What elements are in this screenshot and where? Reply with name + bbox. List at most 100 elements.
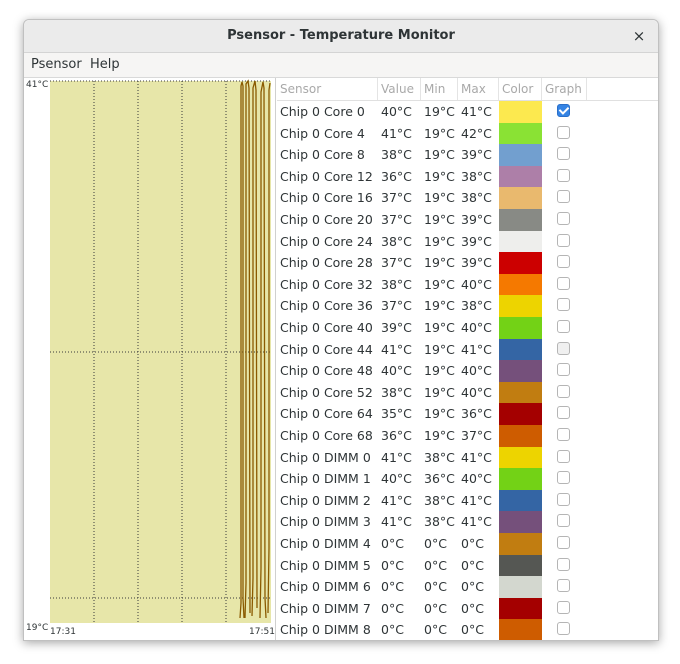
sensor-color-swatch[interactable] xyxy=(499,209,542,231)
graph-checkbox[interactable] xyxy=(557,557,570,571)
sensor-color-swatch[interactable] xyxy=(499,446,542,469)
table-row[interactable]: Chip 0 Core 64 35°C 19°C 36°C xyxy=(277,403,658,425)
table-row[interactable]: Chip 0 DIMM 0 41°C 38°C 41°C xyxy=(277,446,658,469)
graph-checkbox[interactable] xyxy=(557,341,570,355)
header-color[interactable]: Color xyxy=(499,78,542,100)
table-row[interactable]: Chip 0 Core 68 36°C 19°C 37°C xyxy=(277,425,658,447)
sensor-min: 0°C xyxy=(424,579,447,595)
graph-checkbox[interactable] xyxy=(557,536,570,549)
sensor-color-swatch[interactable] xyxy=(499,295,542,317)
sensor-color-swatch[interactable] xyxy=(499,403,542,425)
header-min[interactable]: Min xyxy=(421,78,458,100)
table-row[interactable]: Chip 0 Core 20 37°C 19°C 39°C xyxy=(277,209,658,231)
table-row[interactable]: Chip 0 Core 36 37°C 19°C 38°C xyxy=(277,295,658,317)
sensor-max: 0°C xyxy=(461,557,484,573)
table-row[interactable]: Chip 0 DIMM 3 41°C 38°C 41°C xyxy=(277,511,658,533)
table-row[interactable]: Chip 0 DIMM 7 0°C 0°C 0°C xyxy=(277,597,658,620)
sensor-color-swatch[interactable] xyxy=(499,165,542,188)
table-row[interactable]: Chip 0 DIMM 6 0°C 0°C 0°C xyxy=(277,576,658,598)
graph-checkbox[interactable] xyxy=(557,514,570,528)
graph-checkbox[interactable] xyxy=(557,449,570,463)
sensor-color-swatch[interactable] xyxy=(499,576,542,598)
sensor-max: 36°C xyxy=(461,406,492,422)
graph-checkbox[interactable] xyxy=(557,384,570,398)
sensor-color-swatch[interactable] xyxy=(499,252,542,274)
graph-checkbox[interactable] xyxy=(557,471,570,485)
graph-checkbox[interactable] xyxy=(557,298,570,312)
table-row[interactable]: Chip 0 Core 52 38°C 19°C 40°C xyxy=(277,381,658,404)
table-row[interactable]: Chip 0 DIMM 1 40°C 36°C 40°C xyxy=(277,468,658,490)
graph-checkbox[interactable] xyxy=(557,579,570,593)
table-row[interactable]: Chip 0 Core 12 36°C 19°C 38°C xyxy=(277,165,658,188)
sensor-color-swatch[interactable] xyxy=(499,468,542,490)
graph-checkbox[interactable] xyxy=(557,190,570,204)
sensor-color-swatch[interactable] xyxy=(499,230,542,253)
header-max[interactable]: Max xyxy=(458,78,499,100)
sensor-color-swatch[interactable] xyxy=(499,489,542,512)
sensor-color-swatch[interactable] xyxy=(499,381,542,404)
graph-checkbox[interactable] xyxy=(557,125,570,139)
graph-checkbox[interactable] xyxy=(557,147,570,161)
table-row[interactable]: Chip 0 Core 44 41°C 19°C 41°C xyxy=(277,338,658,361)
sensor-color-swatch[interactable] xyxy=(499,317,542,339)
table-row[interactable]: Chip 0 DIMM 2 41°C 38°C 41°C xyxy=(277,489,658,512)
graph-checkbox[interactable] xyxy=(557,622,570,636)
sensor-color-swatch[interactable] xyxy=(499,554,542,577)
graph-checkbox[interactable] xyxy=(557,212,570,225)
sensor-name: Chip 0 Core 12 xyxy=(280,168,373,184)
table-row[interactable]: Chip 0 Core 40 39°C 19°C 40°C xyxy=(277,317,658,339)
graph-checkbox[interactable] xyxy=(557,363,570,377)
table-row[interactable]: Chip 0 Core 32 38°C 19°C 40°C xyxy=(277,273,658,296)
sensor-color-swatch[interactable] xyxy=(499,122,542,145)
menu-help[interactable]: Help xyxy=(90,53,120,77)
table-row[interactable]: Chip 0 Core 48 40°C 19°C 40°C xyxy=(277,360,658,382)
sensor-value: 41°C xyxy=(381,492,412,508)
graph-checkbox[interactable] xyxy=(557,168,570,182)
table-row[interactable]: Chip 0 DIMM 5 0°C 0°C 0°C xyxy=(277,554,658,577)
header-graph[interactable]: Graph xyxy=(542,78,587,100)
table-row[interactable]: Chip 0 Core 8 38°C 19°C 39°C xyxy=(277,144,658,166)
sensor-color-swatch[interactable] xyxy=(499,144,542,166)
table-row[interactable]: Chip 0 Core 24 38°C 19°C 39°C xyxy=(277,230,658,253)
sensor-table: Sensor Value Min Max Color Graph Chip 0 … xyxy=(277,78,658,640)
header-sensor[interactable]: Sensor xyxy=(277,78,378,100)
graph-checkbox[interactable] xyxy=(557,492,570,506)
graph-checkbox[interactable] xyxy=(557,255,570,269)
header-value[interactable]: Value xyxy=(378,78,421,100)
close-icon[interactable]: × xyxy=(628,25,650,47)
graph-checkbox[interactable] xyxy=(557,233,570,247)
graph-checkbox[interactable] xyxy=(557,600,570,614)
sensor-color-swatch[interactable] xyxy=(499,619,542,640)
sensor-color-swatch[interactable] xyxy=(499,511,542,533)
table-row[interactable]: Chip 0 Core 0 40°C 19°C 41°C xyxy=(277,101,658,123)
menu-psensor[interactable]: Psensor xyxy=(31,53,82,77)
sensor-color-swatch[interactable] xyxy=(499,187,542,209)
sensor-max: 0°C xyxy=(461,579,484,595)
sensor-value: 0°C xyxy=(381,536,404,551)
sensor-name: Chip 0 Core 0 xyxy=(280,104,365,119)
sensor-value: 37°C xyxy=(381,298,412,314)
table-row[interactable]: Chip 0 Core 28 37°C 19°C 39°C xyxy=(277,252,658,274)
table-row[interactable]: Chip 0 DIMM 8 0°C 0°C 0°C xyxy=(277,619,658,640)
sensor-color-swatch[interactable] xyxy=(499,597,542,620)
sensor-color-swatch[interactable] xyxy=(499,101,542,123)
graph-checkbox[interactable] xyxy=(557,406,570,420)
sensor-color-swatch[interactable] xyxy=(499,533,542,555)
pane-divider[interactable] xyxy=(275,78,276,640)
sensor-max: 41°C xyxy=(461,492,492,508)
graph-checkbox[interactable] xyxy=(557,320,570,333)
table-row[interactable]: Chip 0 DIMM 4 0°C 0°C 0°C xyxy=(277,533,658,555)
sensor-color-swatch[interactable] xyxy=(499,360,542,382)
table-row[interactable]: Chip 0 Core 4 41°C 19°C 42°C xyxy=(277,122,658,145)
title-bar[interactable]: Psensor - Temperature Monitor × xyxy=(24,20,658,53)
sensor-name: Chip 0 Core 52 xyxy=(280,384,373,400)
graph-checkbox[interactable] xyxy=(557,276,570,290)
sensor-color-swatch[interactable] xyxy=(499,338,542,361)
graph-checkbox[interactable] xyxy=(557,428,570,441)
sensor-color-swatch[interactable] xyxy=(499,425,542,447)
table-row[interactable]: Chip 0 Core 16 37°C 19°C 38°C xyxy=(277,187,658,209)
sensor-max: 0°C xyxy=(461,622,484,638)
sensor-color-swatch[interactable] xyxy=(499,273,542,296)
sensor-min: 19°C xyxy=(424,147,455,163)
graph-checkbox[interactable] xyxy=(557,104,570,117)
